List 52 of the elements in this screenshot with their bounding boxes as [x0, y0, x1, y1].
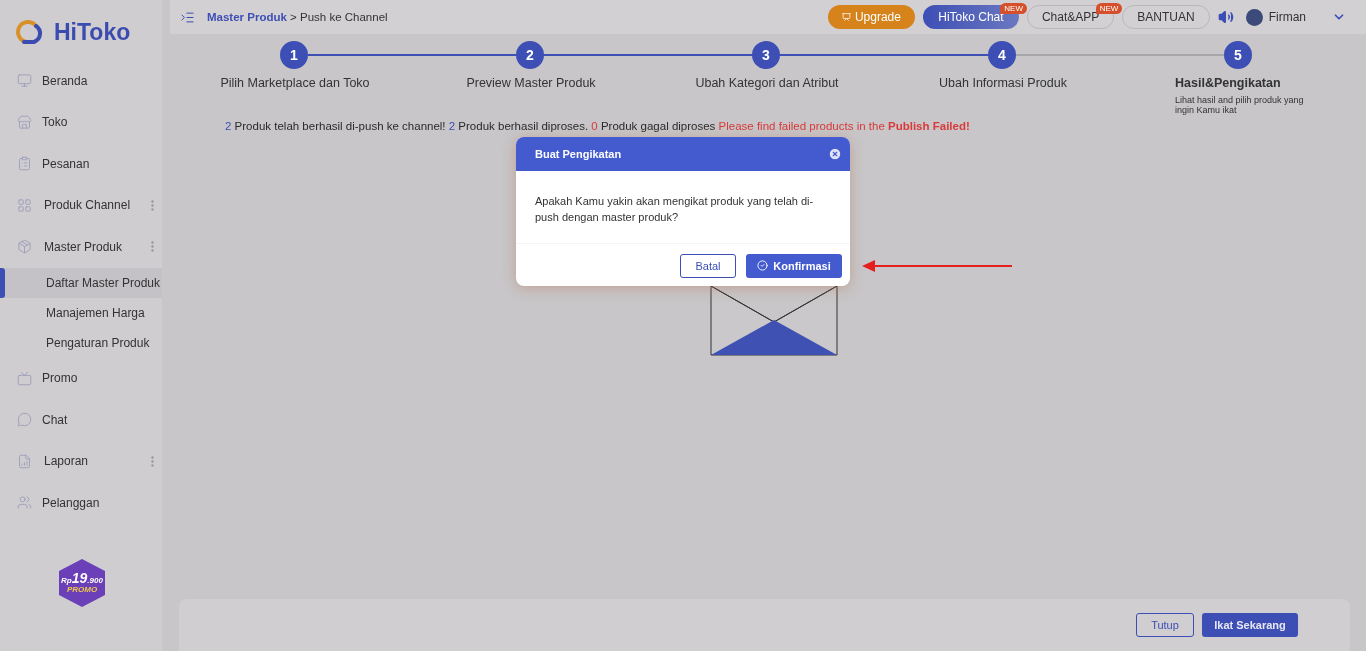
- nav-subitem[interactable]: Pengaturan Produk: [0, 327, 162, 358]
- step-number: 5: [1224, 41, 1252, 69]
- promo-badge[interactable]: Rp19.900 PROMO: [59, 559, 105, 607]
- new-badge: NEW: [1000, 3, 1027, 14]
- store-icon: [17, 114, 32, 130]
- step-label: Hasil&Pengikatan: [1175, 76, 1281, 90]
- avatar[interactable]: [1245, 8, 1263, 26]
- nav-item[interactable]: Chat: [42, 412, 154, 427]
- primary-button[interactable]: Ikat Sekarang: [1202, 613, 1298, 637]
- confirm-button[interactable]: Konfirmasi: [746, 253, 842, 278]
- dialog-message: Apakah Kamu yakin akan mengikat produk yang telah di-push dengan master produk?: [534, 193, 815, 225]
- step-number: 4: [988, 41, 1016, 69]
- breadcrumb: Master Produk > Push ke Channel: [207, 11, 389, 23]
- nav-item[interactable]: Beranda: [42, 73, 154, 88]
- new-badge: NEW: [1095, 3, 1123, 14]
- report-icon: [17, 453, 32, 469]
- result-message: 2 Produk telah berhasil di-push ke channel! 2 Produk berhasil diproses. 0 Produk gagal diproses Please find failed products in the Publish Failed!: [225, 119, 971, 132]
- cancel-button[interactable]: Batal: [680, 253, 736, 278]
- check-icon: [757, 260, 769, 272]
- step-subtitle: Lihat hasil and pilih produk yang ingin Kamu ikat: [1175, 95, 1305, 116]
- dialog-title: Buat Pengikatan: [535, 147, 622, 160]
- menu-icon[interactable]: [180, 9, 195, 25]
- step-label: Ubah Informasi Produk: [939, 76, 1067, 90]
- brand-name: HiToko: [54, 18, 131, 46]
- nav-item[interactable]: Produk Channel: [44, 198, 151, 213]
- nav-item[interactable]: Pesanan: [42, 156, 154, 171]
- grid-icon: [17, 197, 32, 213]
- users-icon: [17, 495, 32, 511]
- step-label: Preview Master Produk: [466, 76, 596, 90]
- speaker-icon[interactable]: [1217, 9, 1234, 25]
- nav-item[interactable]: Laporan: [44, 454, 151, 469]
- breadcrumb-link[interactable]: Master Produk: [207, 11, 287, 23]
- nav-item[interactable]: Master Produk: [44, 239, 151, 254]
- nav-subitem[interactable]: Manajemen Harga: [0, 297, 162, 328]
- close-icon[interactable]: [828, 146, 842, 161]
- step-number: 1: [280, 41, 308, 69]
- nav-item[interactable]: Toko: [42, 115, 154, 130]
- nav-item[interactable]: Promo: [42, 371, 154, 386]
- nav-item[interactable]: Pelanggan: [42, 495, 154, 510]
- step-label: Pilih Marketplace dan Toko: [220, 76, 370, 90]
- step-number: 3: [752, 41, 780, 69]
- secondary-button[interactable]: Tutup: [1136, 613, 1194, 637]
- nav-subitem[interactable]: Daftar Master Produk: [0, 267, 162, 298]
- chat-bubble-icon: [17, 412, 32, 428]
- clipboard-icon: [17, 156, 32, 172]
- box-icon: [17, 239, 32, 255]
- screen-icon: [17, 370, 32, 386]
- user-name[interactable]: Firman: [1268, 10, 1306, 24]
- step-number: 2: [516, 41, 544, 69]
- board-icon: [841, 11, 851, 23]
- step-label: Ubah Kategori dan Atribut: [695, 76, 839, 90]
- monitor-icon: [17, 73, 32, 89]
